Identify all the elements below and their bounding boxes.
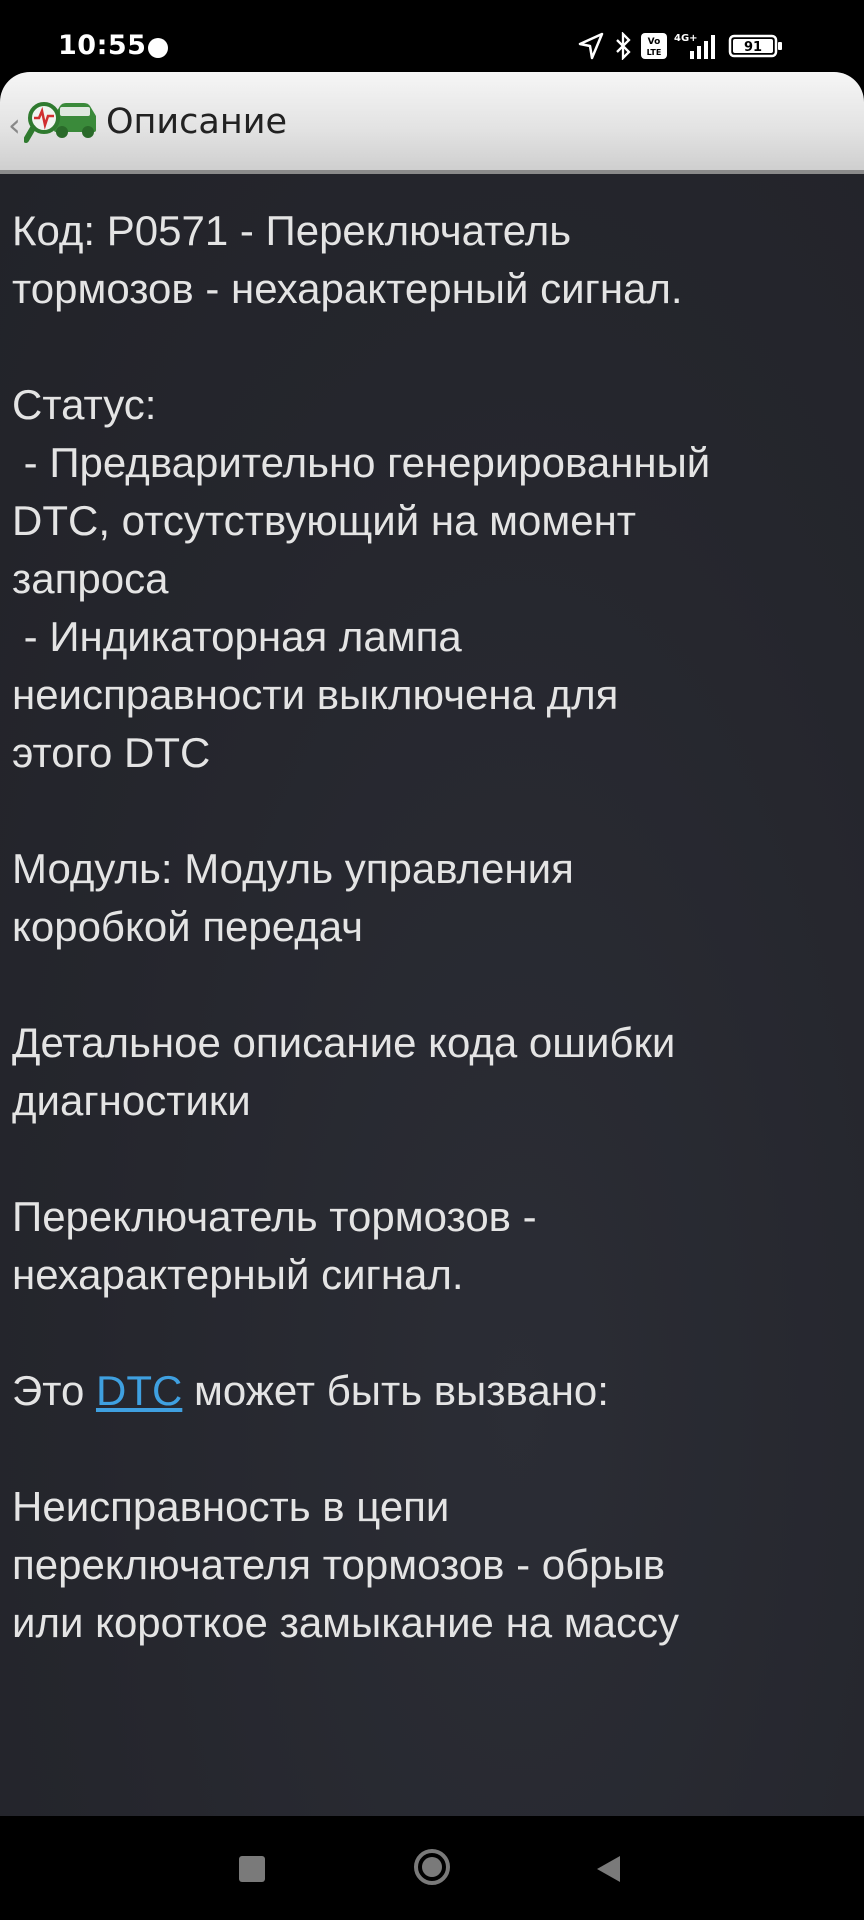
dtc-link[interactable]: DTC: [96, 1367, 182, 1414]
status-item: - Индикаторная лампа неисправности выклю…: [12, 613, 619, 776]
detail-text: Переключатель тормозов - нехарактерный с…: [12, 1193, 537, 1298]
navigation-bar: [0, 1816, 864, 1920]
cause-line: Это DTC может быть вызвано:: [12, 1362, 852, 1420]
battery-level: 91: [744, 40, 762, 55]
status-item: - Предварительно генерированный DTC, отс…: [12, 439, 711, 602]
location-arrow-icon: [578, 32, 604, 60]
cause-text: Неисправность в цепи переключателя тормо…: [12, 1483, 680, 1646]
description-content: Код: P0571 - Переключатель тормозов - не…: [0, 174, 864, 1816]
notification-dot-icon: [148, 38, 168, 58]
app-bar: ‹ Описание: [0, 72, 864, 174]
cause-prefix: Это: [12, 1367, 96, 1414]
status-label: Статус:: [12, 381, 157, 428]
battery-icon: 91: [728, 34, 782, 58]
status-time: 10:55: [58, 30, 147, 61]
home-button[interactable]: [413, 1848, 451, 1886]
volte-icon: Vo LTE: [641, 33, 667, 59]
back-chevron-icon[interactable]: ‹: [8, 106, 21, 144]
bluetooth-icon: [616, 32, 631, 60]
svg-text:LTE: LTE: [647, 48, 662, 57]
network-type-label: 4G+: [674, 33, 698, 44]
detail-heading: Детальное описание кода ошибки диагности…: [12, 1019, 676, 1124]
recent-apps-button[interactable]: [239, 1856, 265, 1882]
signal-icon: 4G+: [674, 33, 715, 59]
module-line: Модуль: Модуль управления коробкой перед…: [12, 845, 574, 950]
code-line: Код: P0571 - Переключатель тормозов - не…: [12, 207, 683, 312]
app-logo-icon[interactable]: [24, 96, 98, 148]
status-icons: Vo LTE 4G+ 91: [578, 32, 808, 62]
back-button[interactable]: [594, 1854, 622, 1884]
screen: 10:55 Vo LTE 4G+ 91 ‹ Описание Код: P057…: [0, 0, 864, 1920]
cause-suffix: может быть вызвано:: [182, 1367, 609, 1414]
svg-text:Vo: Vo: [648, 37, 661, 47]
page-title: Описание: [106, 102, 288, 142]
status-bar: 10:55 Vo LTE 4G+ 91: [0, 0, 864, 72]
